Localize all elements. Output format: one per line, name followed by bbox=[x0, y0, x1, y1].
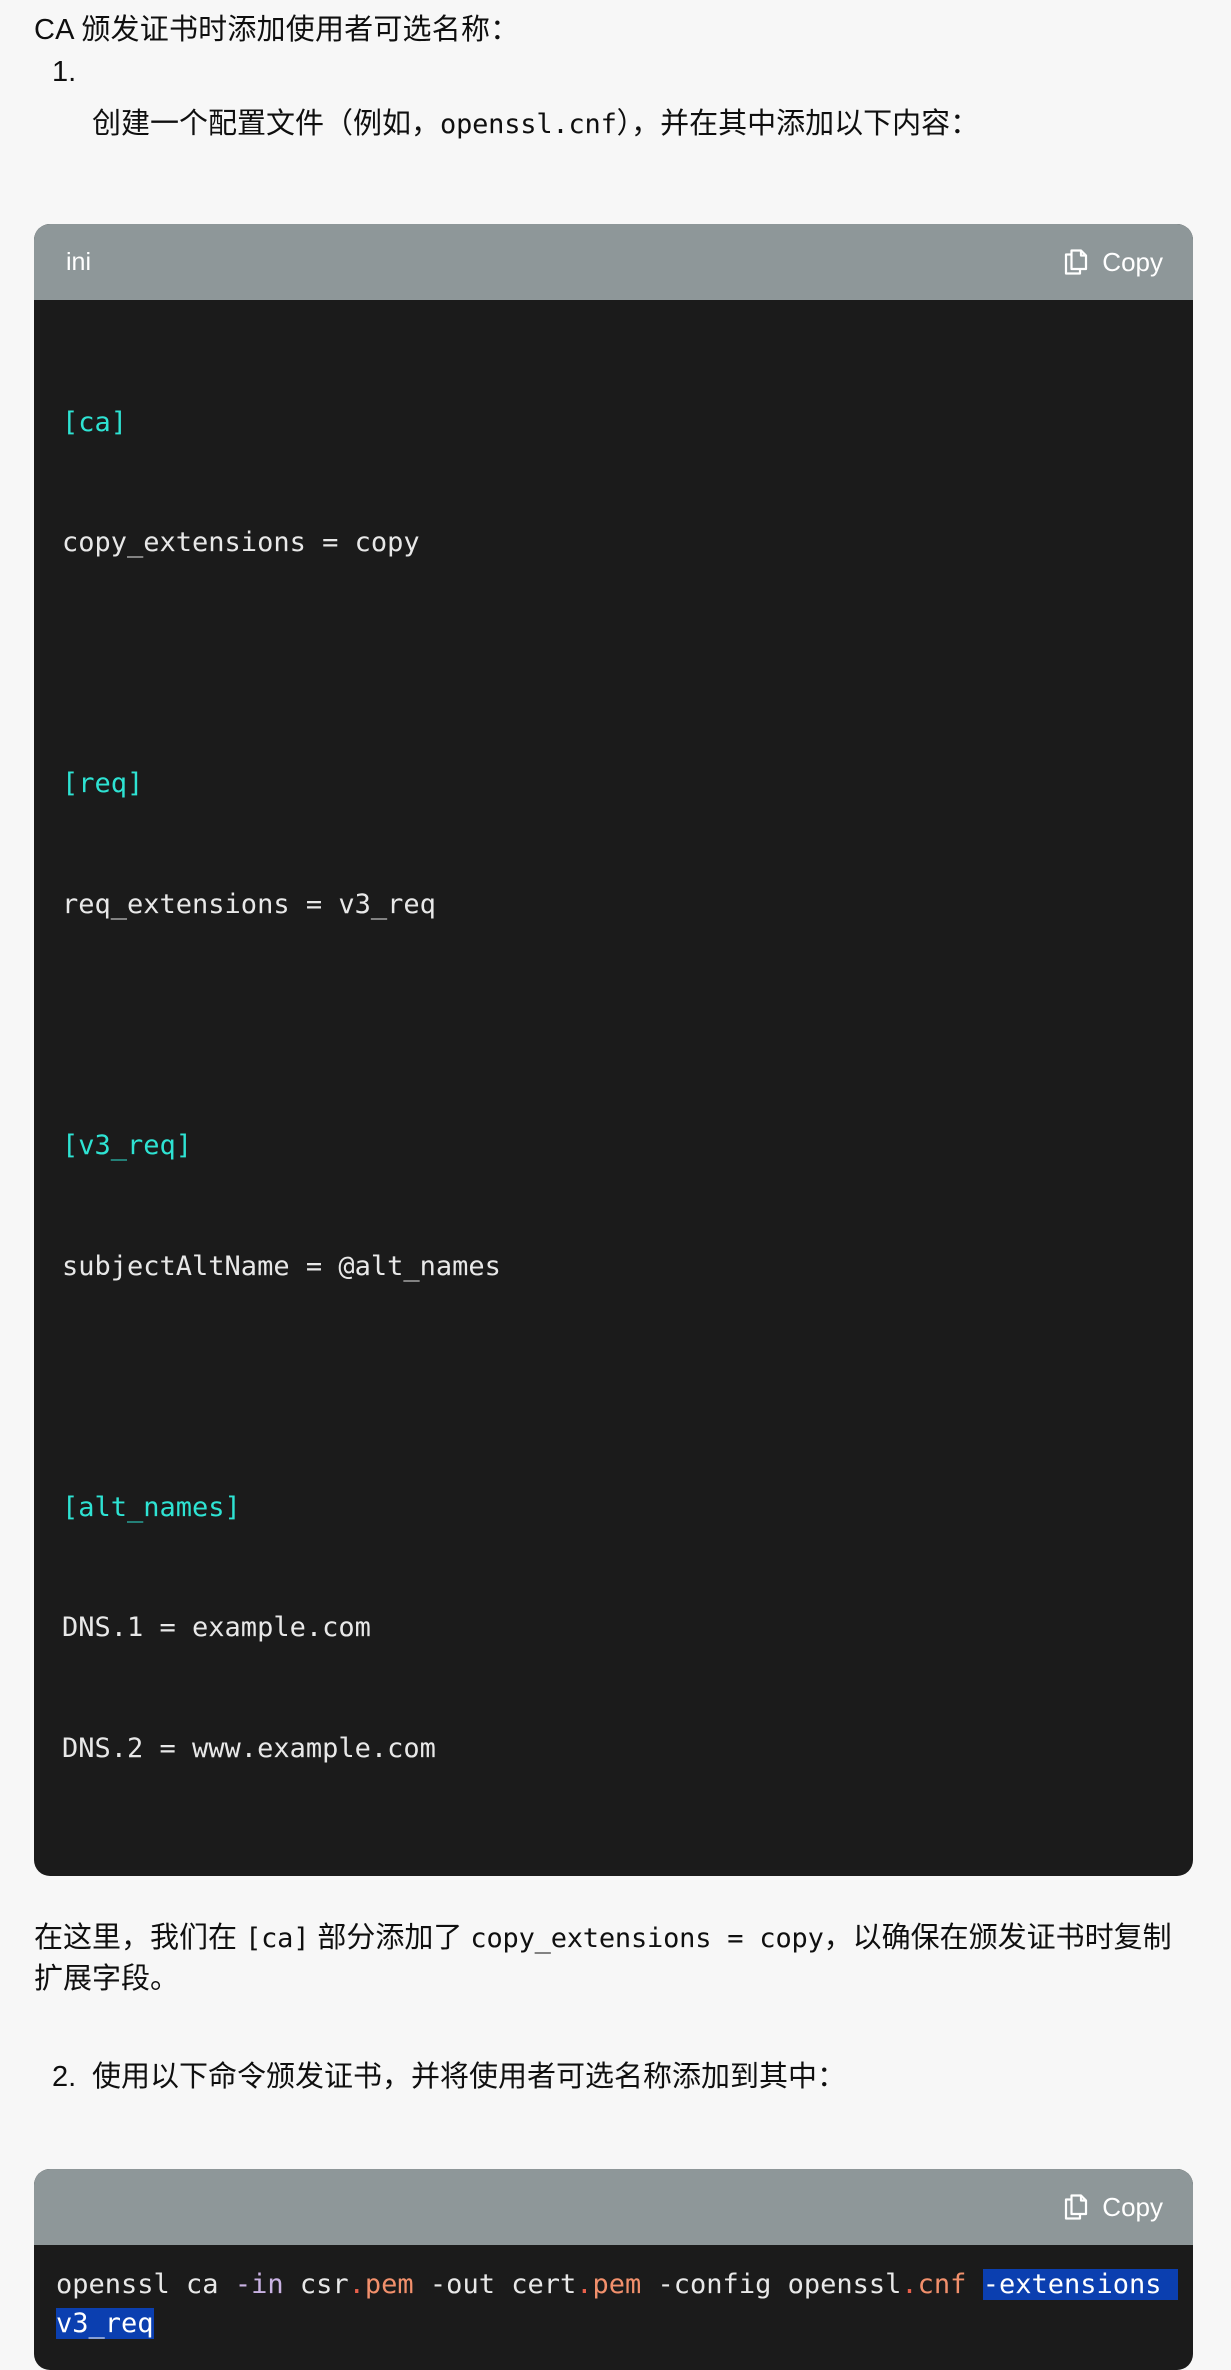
code-token-extension: pem bbox=[592, 2268, 642, 2300]
code-token-plain: DNS.2 = www.example.com bbox=[62, 1733, 436, 1765]
code-block-command-body[interactable]: openssl ca -in csr.pem -out cert.pem -co… bbox=[34, 2245, 1193, 2370]
copy-button-ini[interactable]: Copy bbox=[1053, 242, 1173, 282]
list-item-step-2: 2. 使用以下命令颁发证书，并将使用者可选名称添加到其中： bbox=[34, 2056, 1193, 2099]
code-token-plain: subjectAltName = @alt_names bbox=[62, 1250, 501, 1282]
explanation-part-1: 在这里，我们在 bbox=[34, 1921, 246, 1954]
code-block-ini-body[interactable]: [ca] copy_extensions = copy [req] req_ex… bbox=[34, 300, 1193, 1876]
document-page: CA 颁发证书时添加使用者可选名称： 1. 创建一个配置文件（例如，openssl… bbox=[0, 0, 1231, 2370]
step-1-text-after: ），并在其中添加以下内容： bbox=[616, 108, 980, 141]
explanation-part-2: 部分添加了 bbox=[309, 1921, 471, 1954]
copy-button-label: Copy bbox=[1102, 2191, 1163, 2222]
code-token-plain: -config openssl bbox=[641, 2268, 902, 2300]
steps-list-continued: 2. 使用以下命令颁发证书，并将使用者可选名称添加到其中： bbox=[34, 2056, 1193, 2099]
steps-list: 1. 创建一个配置文件（例如，openssl.cnf），并在其中添加以下内容： bbox=[34, 51, 1193, 146]
copy-documents-icon bbox=[1063, 2193, 1089, 2221]
code-block-command: Copy openssl ca -in csr.pem -out cert.pe… bbox=[34, 2168, 1193, 2370]
code-token-dot: . bbox=[348, 2268, 365, 2300]
code-block-command-header: Copy bbox=[34, 2168, 1193, 2245]
code-token-extension: pem bbox=[364, 2268, 414, 2300]
step-2-text: 使用以下命令颁发证书，并将使用者可选名称添加到其中： bbox=[92, 2061, 847, 2094]
code-token-section: [alt_names] bbox=[62, 1491, 241, 1523]
code-token-plain: req_extensions = v3_req bbox=[62, 888, 436, 920]
code-token-plain: copy_extensions = copy bbox=[62, 527, 420, 559]
copy-button-label: Copy bbox=[1102, 247, 1163, 278]
code-token-section: [v3_req] bbox=[62, 1130, 193, 1162]
code-token-plain: csr bbox=[283, 2268, 349, 2300]
code-token-plain: -out cert bbox=[413, 2268, 577, 2300]
code-token-plain: DNS.1 = example.com bbox=[62, 1612, 371, 1644]
page-title: CA 颁发证书时添加使用者可选名称： bbox=[34, 14, 520, 46]
inline-code-copy-extensions: copy_extensions = copy bbox=[470, 1922, 824, 1954]
code-token-plain: openssl ca bbox=[56, 2268, 235, 2300]
code-block-ini: ini Copy [ca] copy_extensions = copy [re… bbox=[34, 224, 1193, 1876]
code-token-extension: cnf bbox=[917, 2268, 967, 2300]
code-token-dot: . bbox=[901, 2268, 918, 2300]
copy-button-command[interactable]: Copy bbox=[1053, 2187, 1173, 2227]
code-block-ini-header: ini Copy bbox=[34, 224, 1193, 301]
code-token-dot: . bbox=[576, 2268, 593, 2300]
copy-documents-icon bbox=[1063, 248, 1089, 276]
step-1-text-before: 创建一个配置文件（例如， bbox=[92, 108, 441, 141]
list-item-number: 2. bbox=[52, 2061, 77, 2094]
code-token-section: [req] bbox=[62, 768, 144, 800]
code-language-label: ini bbox=[66, 247, 92, 276]
inline-code-ca-section: [ca] bbox=[245, 1922, 310, 1954]
code-token-section: [ca] bbox=[62, 406, 128, 438]
inline-code-openssl-cnf: openssl.cnf bbox=[440, 109, 617, 141]
explanation-paragraph: 在这里，我们在 [ca] 部分添加了 copy_extensions = cop… bbox=[34, 1906, 1193, 2000]
list-item-number: 1. bbox=[52, 56, 77, 89]
list-item-step-1: 1. 创建一个配置文件（例如，openssl.cnf），并在其中添加以下内容： bbox=[34, 51, 1193, 146]
code-token-option: -in bbox=[234, 2268, 284, 2300]
